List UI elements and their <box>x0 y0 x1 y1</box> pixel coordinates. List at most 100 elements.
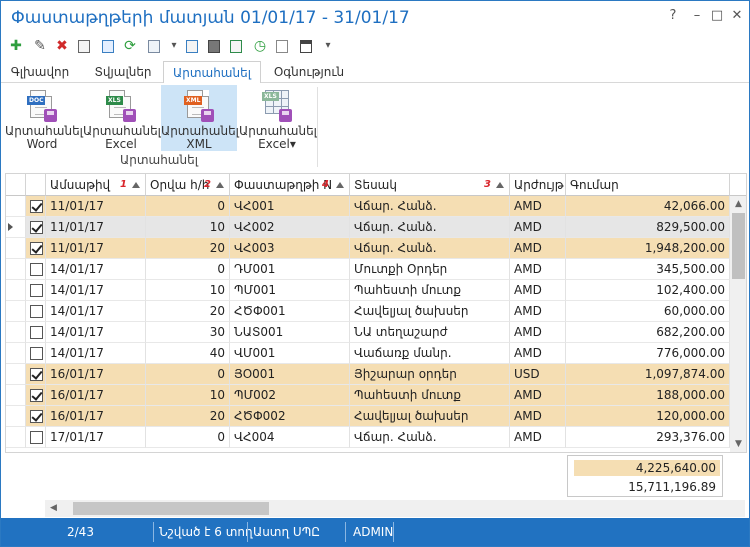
header-doc-number[interactable]: Փաստաթղթի N 4 <box>230 174 350 196</box>
table-row[interactable]: 16/01/17 0 ՅՕ001 Յիշարար օրդեր USD 1,097,874.… <box>6 364 730 385</box>
tab-data[interactable]: Տվյալներ <box>85 61 161 83</box>
cell-type[interactable]: Վճար. Հանձ. <box>350 196 510 217</box>
cell-day-number[interactable]: 20 <box>146 301 230 322</box>
cell-date[interactable]: 11/01/17 <box>46 217 146 238</box>
row-checkbox[interactable] <box>30 431 43 444</box>
row-checkbox[interactable] <box>30 263 43 276</box>
cell-doc-number[interactable]: ՆԱՏ001 <box>230 322 350 343</box>
cell-currency[interactable]: AMD <box>510 385 566 406</box>
table-row[interactable]: 17/01/17 0 ՎՀ004 Վճար. Հանձ. AMD 293,376.00 <box>6 427 730 448</box>
cell-day-number[interactable]: 20 <box>146 406 230 427</box>
table-row[interactable]: 14/01/17 10 ՊՄ001 Պահեստի մուտք AMD 102,400.0… <box>6 280 730 301</box>
vertical-scrollbar[interactable]: ▲ ▼ <box>730 196 746 452</box>
cell-currency[interactable]: USD <box>510 364 566 385</box>
history-icon[interactable]: ◷ <box>251 37 269 55</box>
row-checkbox[interactable] <box>30 389 43 402</box>
cell-currency[interactable]: AMD <box>510 259 566 280</box>
header-date[interactable]: Ամսաթիվ 1 <box>46 174 146 196</box>
refresh-icon[interactable]: ⟳ <box>121 37 139 55</box>
table-row[interactable]: 16/01/17 10 ՊՄ002 Պահեստի մուտք AMD 188,000.0… <box>6 385 730 406</box>
cell-currency[interactable]: AMD <box>510 196 566 217</box>
cell-day-number[interactable]: 0 <box>146 259 230 280</box>
export-icon[interactable] <box>99 37 117 55</box>
cell-date[interactable]: 16/01/17 <box>46 406 146 427</box>
cell-amount[interactable]: 682,200.00 <box>566 322 730 343</box>
cell-amount[interactable]: 1,948,200.00 <box>566 238 730 259</box>
cell-amount[interactable]: 102,400.00 <box>566 280 730 301</box>
tab-home[interactable]: Գլխավոր <box>7 61 73 83</box>
cell-doc-number[interactable]: ՎՀ001 <box>230 196 350 217</box>
row-checkbox[interactable] <box>30 200 43 213</box>
cell-amount[interactable]: 42,066.00 <box>566 196 730 217</box>
add-icon[interactable]: ✚ <box>7 37 25 55</box>
cell-doc-number[interactable]: ՀԾՓ001 <box>230 301 350 322</box>
help-button[interactable]: ? <box>665 7 681 25</box>
cell-amount[interactable]: 60,000.00 <box>566 301 730 322</box>
cell-date[interactable]: 14/01/17 <box>46 280 146 301</box>
row-checkbox[interactable] <box>30 242 43 255</box>
maximize-button[interactable]: □ <box>709 7 725 25</box>
copy-icon[interactable] <box>75 37 93 55</box>
tab-export[interactable]: Արտահանել <box>163 61 261 84</box>
cell-doc-number[interactable]: ՎՀ002 <box>230 217 350 238</box>
cell-date[interactable]: 14/01/17 <box>46 322 146 343</box>
cell-type[interactable]: Հավելյալ ծախսեր <box>350 406 510 427</box>
header-amount[interactable]: Գումար <box>566 174 730 196</box>
cell-type[interactable]: Վճար. Հանձ. <box>350 427 510 448</box>
layout-icon[interactable] <box>273 37 291 55</box>
cell-day-number[interactable]: 0 <box>146 364 230 385</box>
cell-doc-number[interactable]: ՊՄ001 <box>230 280 350 301</box>
export-xml-button[interactable]: XML Արտահանել XML <box>161 85 239 151</box>
cell-currency[interactable]: AMD <box>510 280 566 301</box>
table-row[interactable]: 14/01/17 30 ՆԱՏ001 ՆԱ տեղաշարժ AMD 682,200.00 <box>6 322 730 343</box>
cell-amount[interactable]: 188,000.00 <box>566 385 730 406</box>
table-row[interactable]: 16/01/17 20 ՀԾՓ002 Հավելյալ ծախսեր AMD 120,00… <box>6 406 730 427</box>
cell-currency[interactable]: AMD <box>510 238 566 259</box>
xls-icon[interactable] <box>145 37 163 55</box>
export-excel-grid-button[interactable]: XLS Արտահանել Excel▾ <box>239 85 317 151</box>
cell-date[interactable]: 14/01/17 <box>46 259 146 280</box>
preview-icon[interactable] <box>183 37 201 55</box>
cell-currency[interactable]: AMD <box>510 406 566 427</box>
scroll-down-icon[interactable]: ▼ <box>730 436 746 452</box>
cell-doc-number[interactable]: ՊՄ002 <box>230 385 350 406</box>
cell-doc-number[interactable]: ՅՕ001 <box>230 364 350 385</box>
cell-doc-number[interactable]: ՎՀ004 <box>230 427 350 448</box>
cell-date[interactable]: 16/01/17 <box>46 364 146 385</box>
edit-icon[interactable]: ✎ <box>31 37 49 55</box>
cell-date[interactable]: 17/01/17 <box>46 427 146 448</box>
cell-amount[interactable]: 829,500.00 <box>566 217 730 238</box>
scroll-left-icon[interactable]: ◀ <box>45 500 62 516</box>
header-currency[interactable]: Արժույթ <box>510 174 566 196</box>
cell-type[interactable]: Վճար. Հանձ. <box>350 238 510 259</box>
export-word-button[interactable]: DOC Արտահանել Word <box>5 85 83 151</box>
scroll-up-icon[interactable]: ▲ <box>730 196 746 212</box>
cell-type[interactable]: Պահեստի մուտք <box>350 385 510 406</box>
settings-icon[interactable] <box>297 37 315 55</box>
header-checkbox[interactable] <box>26 174 46 196</box>
vertical-scroll-thumb[interactable] <box>732 213 745 279</box>
cell-type[interactable]: ՆԱ տեղաշարժ <box>350 322 510 343</box>
cell-doc-number[interactable]: ՀԾՓ002 <box>230 406 350 427</box>
cell-date[interactable]: 16/01/17 <box>46 385 146 406</box>
cell-currency[interactable]: AMD <box>510 343 566 364</box>
table-row[interactable]: 14/01/17 20 ՀԾՓ001 Հավելյալ ծախսեր AMD 60,000… <box>6 301 730 322</box>
cell-amount[interactable]: 120,000.00 <box>566 406 730 427</box>
cell-currency[interactable]: AMD <box>510 322 566 343</box>
row-checkbox[interactable] <box>30 347 43 360</box>
cell-amount[interactable]: 293,376.00 <box>566 427 730 448</box>
table-row[interactable]: 14/01/17 0 ԴՄ001 Մուտքի Օրդեր AMD 345,500.00 <box>6 259 730 280</box>
header-type[interactable]: Տեսակ 3 <box>350 174 510 196</box>
row-checkbox[interactable] <box>30 221 43 234</box>
horizontal-scrollbar[interactable]: ◀ <box>45 500 745 517</box>
cell-doc-number[interactable]: ՎՀ003 <box>230 238 350 259</box>
cell-type[interactable]: Պահեստի մուտք <box>350 280 510 301</box>
cell-day-number[interactable]: 10 <box>146 280 230 301</box>
cell-date[interactable]: 11/01/17 <box>46 196 146 217</box>
cell-day-number[interactable]: 20 <box>146 238 230 259</box>
cell-type[interactable]: Վճար. Հանձ. <box>350 217 510 238</box>
cell-date[interactable]: 11/01/17 <box>46 238 146 259</box>
print-icon[interactable] <box>205 37 223 55</box>
dropdown-icon[interactable]: ▾ <box>165 37 183 55</box>
cell-day-number[interactable]: 10 <box>146 385 230 406</box>
